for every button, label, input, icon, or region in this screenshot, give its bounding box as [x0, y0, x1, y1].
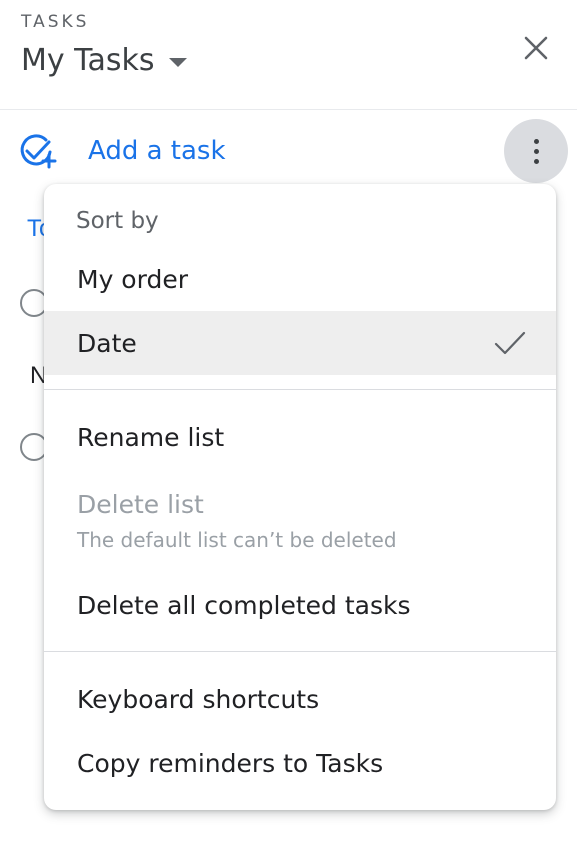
- add-task-button[interactable]: Add a task: [18, 131, 226, 171]
- sort-option-date[interactable]: Date: [44, 311, 556, 375]
- rename-list-label: Rename list: [77, 422, 225, 452]
- copy-reminders-item[interactable]: Copy reminders to Tasks: [44, 731, 556, 795]
- more-vert-icon-dot: [533, 158, 539, 164]
- check-circle-plus-icon: [20, 134, 57, 169]
- header-divider: [0, 109, 577, 110]
- sort-option-my-order[interactable]: My order: [44, 247, 556, 311]
- delete-completed-label: Delete all completed tasks: [77, 590, 411, 620]
- sort-option-label: My order: [77, 264, 188, 294]
- more-options-button[interactable]: [504, 119, 568, 183]
- rename-list-item[interactable]: Rename list: [44, 405, 556, 469]
- close-icon: [524, 36, 548, 60]
- list-title: My Tasks: [21, 42, 155, 78]
- copy-reminders-label: Copy reminders to Tasks: [77, 748, 384, 778]
- sort-option-label: Date: [77, 328, 137, 358]
- list-selector[interactable]: My Tasks: [21, 40, 187, 80]
- keyboard-shortcuts-item[interactable]: Keyboard shortcuts: [44, 667, 556, 731]
- more-vert-icon: [533, 138, 539, 144]
- list-options-menu: Sort by My order Date Rename list Delete…: [44, 184, 556, 810]
- app-label: TASKS: [21, 12, 90, 32]
- keyboard-shortcuts-label: Keyboard shortcuts: [77, 684, 320, 714]
- delete-list-hint: The default list can’t be deleted: [77, 528, 397, 552]
- sort-by-header: Sort by: [76, 208, 159, 234]
- add-task-label: Add a task: [88, 136, 226, 166]
- more-vert-icon-dot: [533, 148, 539, 154]
- delete-list-item: Delete list: [77, 490, 204, 519]
- check-icon: [494, 331, 526, 355]
- close-button[interactable]: [516, 28, 556, 68]
- caret-down-icon: [168, 57, 187, 67]
- delete-completed-tasks-item[interactable]: Delete all completed tasks: [44, 573, 556, 637]
- menu-divider: [44, 389, 556, 390]
- menu-divider: [44, 651, 556, 652]
